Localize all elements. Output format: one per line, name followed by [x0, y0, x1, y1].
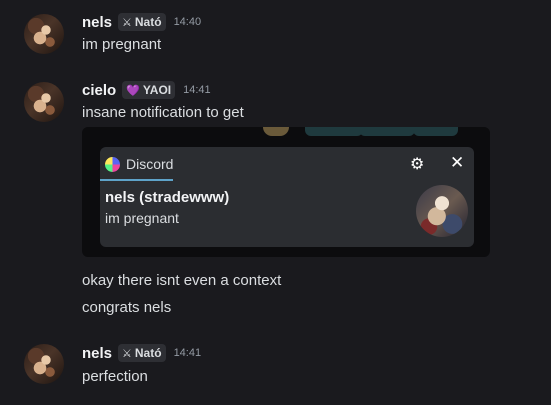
discord-logo-icon — [105, 156, 120, 172]
timestamp: 14:41 — [183, 84, 211, 96]
message-text: congrats nels — [82, 299, 172, 316]
notification-app: Discord — [105, 156, 173, 172]
message-text: okay there isnt even a context — [82, 272, 282, 289]
notification-sender: nels (stradewww) — [105, 189, 230, 206]
role-tag[interactable]: ⚔ Nató — [118, 13, 166, 31]
role-tag-label: Nató — [134, 346, 162, 360]
role-tag[interactable]: ⚔ Nató — [118, 344, 166, 362]
notification-app-name: Discord — [126, 156, 174, 172]
image-attachment[interactable]: Discord ⚙ ✕ nels (stradewww) im pregnant — [82, 127, 490, 257]
close-icon: ✕ — [450, 153, 465, 172]
cropped-image-detail — [413, 127, 458, 136]
message-header: cielo 💜 YAOI 14:41 — [82, 81, 211, 99]
cropped-image-detail — [359, 127, 415, 136]
username[interactable]: cielo — [82, 82, 116, 99]
username[interactable]: nels — [82, 345, 112, 362]
message-text: perfection — [82, 368, 148, 385]
message-text: im pregnant — [82, 36, 162, 53]
sword-icon: ⚔ — [122, 347, 132, 360]
gear-icon: ⚙ — [410, 156, 425, 173]
avatar[interactable] — [24, 82, 64, 122]
message-text: insane notification to get — [82, 104, 244, 121]
notification-body: im pregnant — [105, 210, 179, 226]
notification-tab-underline — [100, 179, 173, 181]
heart-icon: 💜 — [126, 84, 140, 97]
timestamp: 14:40 — [173, 16, 202, 28]
role-tag-label: Nató — [134, 15, 162, 29]
timestamp: 14:41 — [173, 347, 202, 359]
message-header: nels ⚔ Nató 14:40 — [82, 13, 201, 31]
message-header: nels ⚔ Nató 14:41 — [82, 344, 201, 362]
sword-icon: ⚔ — [122, 16, 132, 29]
avatar[interactable] — [24, 344, 64, 384]
username[interactable]: nels — [82, 14, 112, 31]
role-tag[interactable]: 💜 YAOI — [122, 81, 176, 99]
role-tag-label: YAOI — [142, 83, 172, 97]
notification-popup: Discord ⚙ ✕ nels (stradewww) im pregnant — [100, 147, 474, 247]
cropped-image-detail — [305, 127, 363, 136]
cropped-image-detail — [263, 127, 289, 136]
notification-avatar — [416, 185, 468, 237]
avatar[interactable] — [24, 14, 64, 54]
